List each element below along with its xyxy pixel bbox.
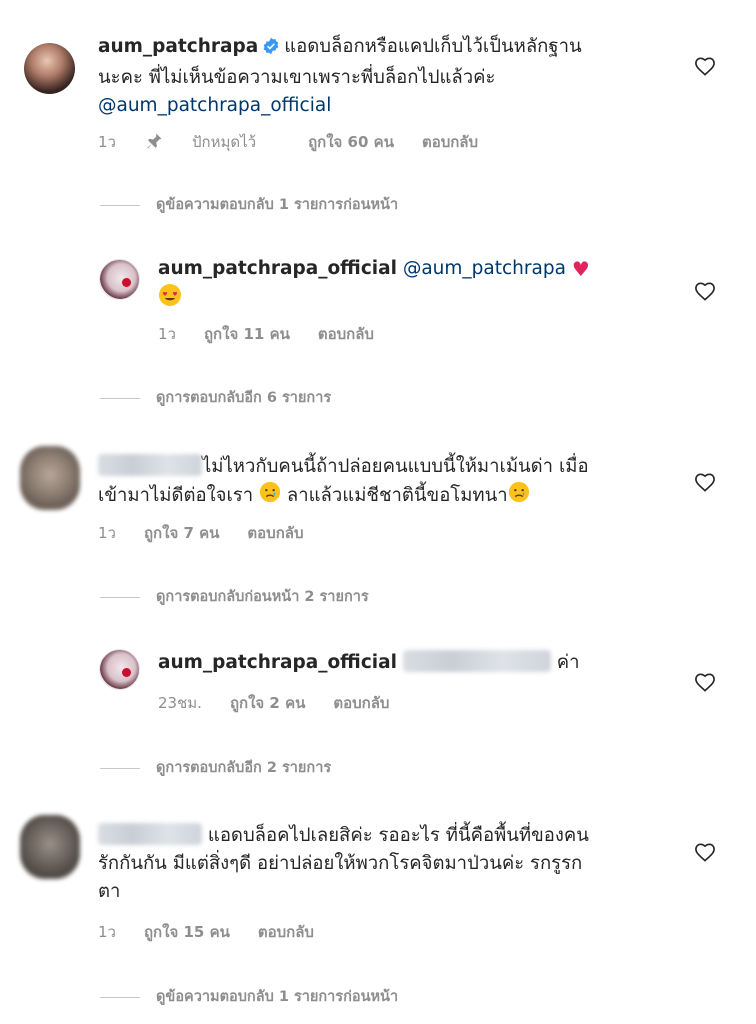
crying-face-emoji: [508, 481, 530, 506]
view-more-replies[interactable]: ดูการตอบกลับอีก 6 รายการ: [100, 386, 331, 409]
reply-button[interactable]: ตอบกลับ: [318, 325, 374, 343]
view-previous-replies[interactable]: ดูข้อความตอบกลับ 1 รายการก่อนหน้า: [100, 193, 398, 216]
heart-outline-icon[interactable]: [694, 842, 716, 862]
divider-line: [100, 204, 140, 206]
pinned-label: ปักหมุดไว้: [144, 133, 256, 151]
comment-username[interactable]: aum_patchrapa_official: [158, 652, 397, 673]
likes-count[interactable]: ถูกใจ 11 คน: [204, 325, 290, 343]
comment-body-line2: นะคะ พี่ไม่เห็นข้อความเขาเพราะพี่บล็อกไป…: [98, 67, 496, 88]
comment-time: 1ว: [98, 923, 116, 941]
avatar[interactable]: [20, 815, 80, 879]
comment-body-line3: ตา: [98, 881, 121, 902]
comment-body-line2: รักกันกัน มีแต่สิ่งๆดี อย่าปล่อยให้พวกโร…: [98, 853, 583, 874]
comment-body: แอดบล็อคไปเลยสิค่ะ รออะไร ที่นี้คือพื้นท…: [207, 825, 589, 846]
blurred-username[interactable]: [98, 823, 202, 845]
likes-count[interactable]: ถูกใจ 2 คน: [230, 694, 305, 712]
comment-meta: 1ว ถูกใจ 15 คน ตอบกลับ: [98, 920, 342, 944]
comment-time: 1ว: [98, 133, 116, 151]
avatar[interactable]: [20, 446, 80, 510]
comment-body: ไม่ไหวกับคนนี้ถ้าปล่อยคนแบบนี้ให้มาเม้นด…: [202, 456, 589, 477]
comment-meta: 1ว ปักหมุดไว้ ถูกใจ 60 คน ตอบกลับ: [98, 130, 506, 154]
comment-text: ไม่ไหวกับคนนี้ถ้าปล่อยคนแบบนี้ให้มาเม้นด…: [98, 453, 668, 510]
comment-text: aum_patchrapa แอดบล็อกหรือแคปเก็บไว้เป็นห…: [98, 33, 658, 120]
comment-meta: 1ว ถูกใจ 11 คน ตอบกลับ: [158, 322, 402, 346]
heart-outline-icon[interactable]: [694, 672, 716, 692]
heart-outline-icon[interactable]: [694, 281, 716, 301]
heart-outline-icon[interactable]: [694, 56, 716, 76]
blurred-username[interactable]: [98, 454, 202, 476]
divider-line: [100, 996, 140, 998]
pin-icon: [144, 132, 164, 154]
comment-time: 1ว: [98, 524, 116, 542]
reply-button[interactable]: ตอบกลับ: [247, 524, 303, 542]
view-previous-replies[interactable]: ดูการตอบกลับก่อนหน้า 2 รายการ: [100, 585, 369, 608]
comment-meta: 23ชม. ถูกใจ 2 คน ตอบกลับ: [158, 691, 417, 715]
avatar[interactable]: [24, 43, 75, 94]
heart-outline-icon[interactable]: [694, 472, 716, 492]
likes-count[interactable]: ถูกใจ 7 คน: [144, 524, 219, 542]
comment-body-line2b: ลาแล้วแม่ชีชาตินี้ขอโมทนา: [286, 485, 508, 506]
red-heart-emoji: ♥: [571, 257, 590, 281]
comment-body: แอดบล็อกหรือแคปเก็บไว้เป็นหลักฐาน: [284, 36, 582, 57]
comment-username[interactable]: aum_patchrapa: [98, 36, 258, 57]
crying-face-emoji: [259, 481, 281, 506]
likes-count[interactable]: ถูกใจ 60 คน: [308, 133, 394, 151]
comment-username[interactable]: aum_patchrapa_official: [158, 258, 397, 279]
comment-time: 1ว: [158, 325, 176, 343]
divider-line: [100, 767, 140, 769]
mention-link[interactable]: @aum_patchrapa: [403, 258, 566, 279]
verified-badge-icon: [262, 36, 280, 64]
divider-line: [100, 397, 140, 399]
avatar[interactable]: [99, 259, 140, 300]
comment-body-line2: เข้ามาไม่ดีต่อใจเรา: [98, 485, 254, 506]
blurred-mention[interactable]: [402, 650, 551, 672]
divider-line: [100, 596, 140, 598]
comment-text: aum_patchrapa_official @aum_patchrapa ♥: [158, 255, 658, 314]
reply-button[interactable]: ตอบกลับ: [333, 694, 389, 712]
comment-body: ค่า: [556, 652, 580, 673]
avatar[interactable]: [99, 649, 140, 690]
likes-count[interactable]: ถูกใจ 15 คน: [144, 923, 230, 941]
reply-button[interactable]: ตอบกลับ: [258, 923, 314, 941]
heart-eyes-emoji: [158, 283, 182, 310]
comment-time: 23ชม.: [158, 694, 202, 712]
comment-text: aum_patchrapa_official ค่า: [158, 649, 658, 677]
comment-meta: 1ว ถูกใจ 7 คน ตอบกลับ: [98, 521, 332, 545]
view-more-replies[interactable]: ดูการตอบกลับอีก 2 รายการ: [100, 756, 331, 779]
view-previous-replies[interactable]: ดูข้อความตอบกลับ 1 รายการก่อนหน้า: [100, 985, 398, 1008]
reply-button[interactable]: ตอบกลับ: [422, 133, 478, 151]
mention-link[interactable]: @aum_patchrapa_official: [98, 95, 331, 116]
comment-text: แอดบล็อคไปเลยสิค่ะ รออะไร ที่นี้คือพื้นท…: [98, 822, 668, 906]
